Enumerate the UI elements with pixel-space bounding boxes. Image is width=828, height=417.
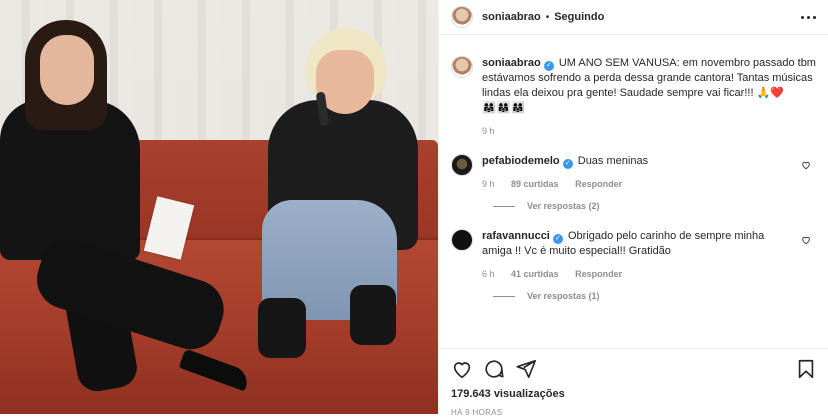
view-replies-label: Ver respostas (1) <box>527 291 600 301</box>
more-dot <box>813 15 816 19</box>
more-options-icon[interactable] <box>801 15 816 19</box>
bookmark-icon[interactable] <box>795 358 817 380</box>
post-header: soniaabrao • Seguindo <box>439 0 828 35</box>
comment-item: rafavannucci ✓ Obrigado pelo carinho de … <box>451 229 817 279</box>
comment-icon[interactable] <box>483 358 505 380</box>
comments-section[interactable]: soniaabrao ✓ UM ANO SEM VANUSA: em novem… <box>439 36 828 348</box>
views-count[interactable]: 179.643 visualizações <box>451 388 565 400</box>
comment-like-heart-icon[interactable] <box>801 160 811 170</box>
more-dot <box>801 15 804 19</box>
comment-like-heart-icon[interactable] <box>801 235 811 245</box>
post-date: HÁ 9 HORAS <box>451 408 503 417</box>
separator-dot: • <box>545 11 550 23</box>
commenter-username[interactable]: rafavannucci <box>482 230 550 242</box>
comment-meta: 6 h 41 curtidas Responder <box>482 269 797 279</box>
post-caption: soniaabrao ✓ UM ANO SEM VANUSA: em novem… <box>451 56 817 136</box>
view-replies-button[interactable]: Ver respostas (2) <box>493 201 817 211</box>
post-side-panel: soniaabrao • Seguindo soniaabrao ✓ UM AN… <box>438 0 828 417</box>
comment-reply-button[interactable]: Responder <box>575 179 622 189</box>
verified-badge-icon: ✓ <box>562 159 573 169</box>
heart-icon[interactable] <box>451 358 473 380</box>
verified-badge-icon: ✓ <box>543 61 554 71</box>
comment-likes-link[interactable]: 41 curtidas <box>511 269 559 279</box>
comment-item: pefabiodemelo ✓ Duas meninas 9 h 89 curt… <box>451 154 817 189</box>
comment-likes-link[interactable]: 89 curtidas <box>511 179 559 189</box>
view-replies-label: Ver respostas (2) <box>527 201 600 211</box>
comment-meta: 9 h 89 curtidas Responder <box>482 179 797 189</box>
photo-woman-left-face <box>40 35 94 105</box>
commenter-username[interactable]: pefabiodemelo <box>482 155 560 167</box>
paper-plane-icon[interactable] <box>515 358 537 380</box>
commenter-avatar[interactable] <box>451 154 473 176</box>
instagram-post: soniaabrao • Seguindo soniaabrao ✓ UM AN… <box>0 0 828 417</box>
commenter-avatar[interactable] <box>451 229 473 251</box>
post-actions-bar <box>439 348 828 388</box>
comment-timestamp: 6 h <box>482 269 495 279</box>
caption-emojis: 👩‍👩‍👧👩‍👩‍👧👩‍👩‍👧 <box>482 102 527 114</box>
comment-text-block: pefabiodemelo ✓ Duas meninas <box>482 154 797 169</box>
caption-text-block: soniaabrao ✓ UM ANO SEM VANUSA: em novem… <box>482 56 817 116</box>
post-photo[interactable] <box>0 0 438 414</box>
comment-reply-button[interactable]: Responder <box>575 269 622 279</box>
view-replies-button[interactable]: Ver respostas (1) <box>493 291 817 301</box>
photo-woman-right-boot <box>350 285 396 345</box>
comment-body: Duas meninas <box>577 155 649 167</box>
caption-timestamp: 9 h <box>482 126 495 136</box>
comment-text-block: rafavannucci ✓ Obrigado pelo carinho de … <box>482 229 797 259</box>
caption-author-avatar[interactable] <box>451 56 473 78</box>
photo-woman-right-boot <box>258 298 306 358</box>
following-button[interactable]: Seguindo <box>554 11 604 23</box>
verified-badge-icon: ✓ <box>552 234 563 244</box>
author-avatar[interactable] <box>451 6 473 28</box>
comment-timestamp: 9 h <box>482 179 495 189</box>
replies-line <box>493 295 515 297</box>
replies-line <box>493 205 515 207</box>
author-username[interactable]: soniaabrao <box>482 11 541 23</box>
caption-username[interactable]: soniaabrao <box>482 57 541 69</box>
caption-meta: 9 h <box>482 126 817 136</box>
more-dot <box>807 15 810 19</box>
